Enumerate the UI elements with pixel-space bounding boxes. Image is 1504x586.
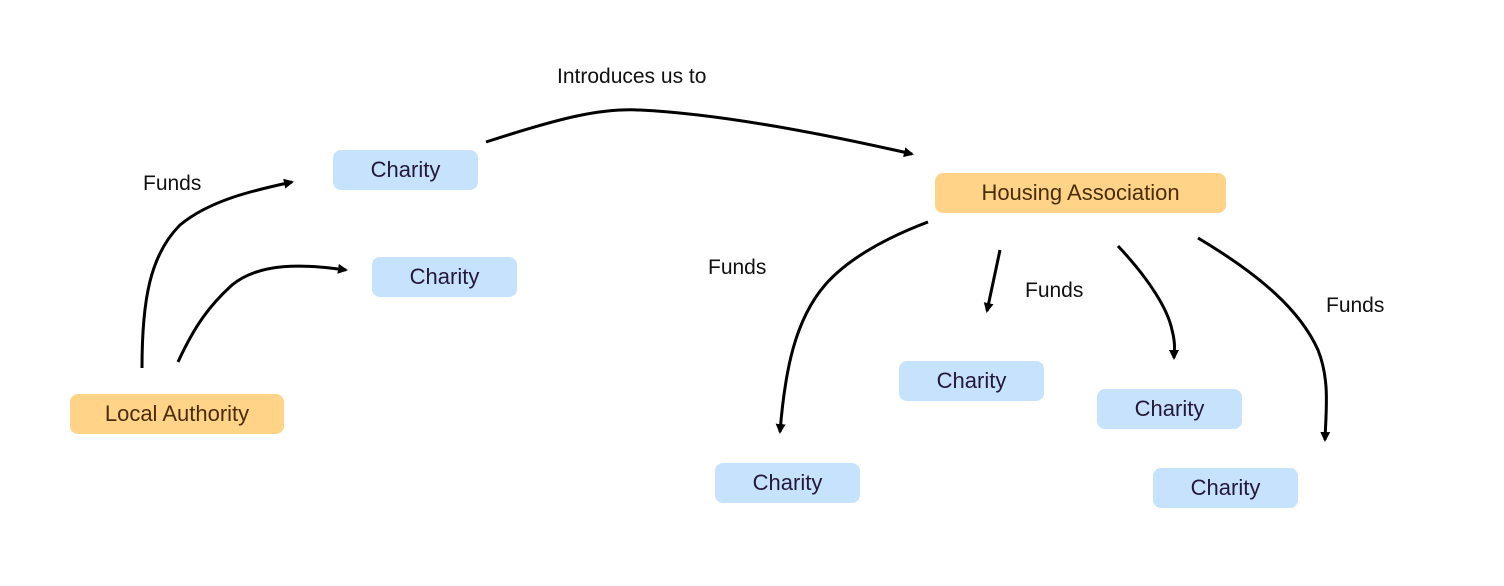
edge-label-funds: Funds — [1326, 294, 1385, 317]
edge-charity-1-to-ha — [485, 108, 914, 158]
node-local-authority[interactable]: Local Authority — [70, 394, 284, 434]
node-charity[interactable]: Charity — [1153, 468, 1298, 508]
edge-label-funds: Funds — [708, 256, 767, 279]
node-charity[interactable]: Charity — [899, 361, 1044, 401]
node-charity[interactable]: Charity — [333, 150, 478, 190]
edge-label-funds: Funds — [143, 172, 202, 195]
edge-la-to-charity-2 — [176, 263, 348, 363]
edge-la-to-charity-1 — [140, 178, 294, 369]
node-charity[interactable]: Charity — [1097, 389, 1242, 429]
node-charity[interactable]: Charity — [372, 257, 517, 297]
edge-ha-to-charity-4 — [983, 249, 1002, 313]
edge-label-introduces: Introduces us to — [557, 65, 707, 88]
edge-ha-to-charity-5 — [1116, 244, 1180, 360]
node-housing-association[interactable]: Housing Association — [935, 173, 1226, 213]
node-charity[interactable]: Charity — [715, 463, 860, 503]
edge-label-funds: Funds — [1025, 279, 1084, 302]
